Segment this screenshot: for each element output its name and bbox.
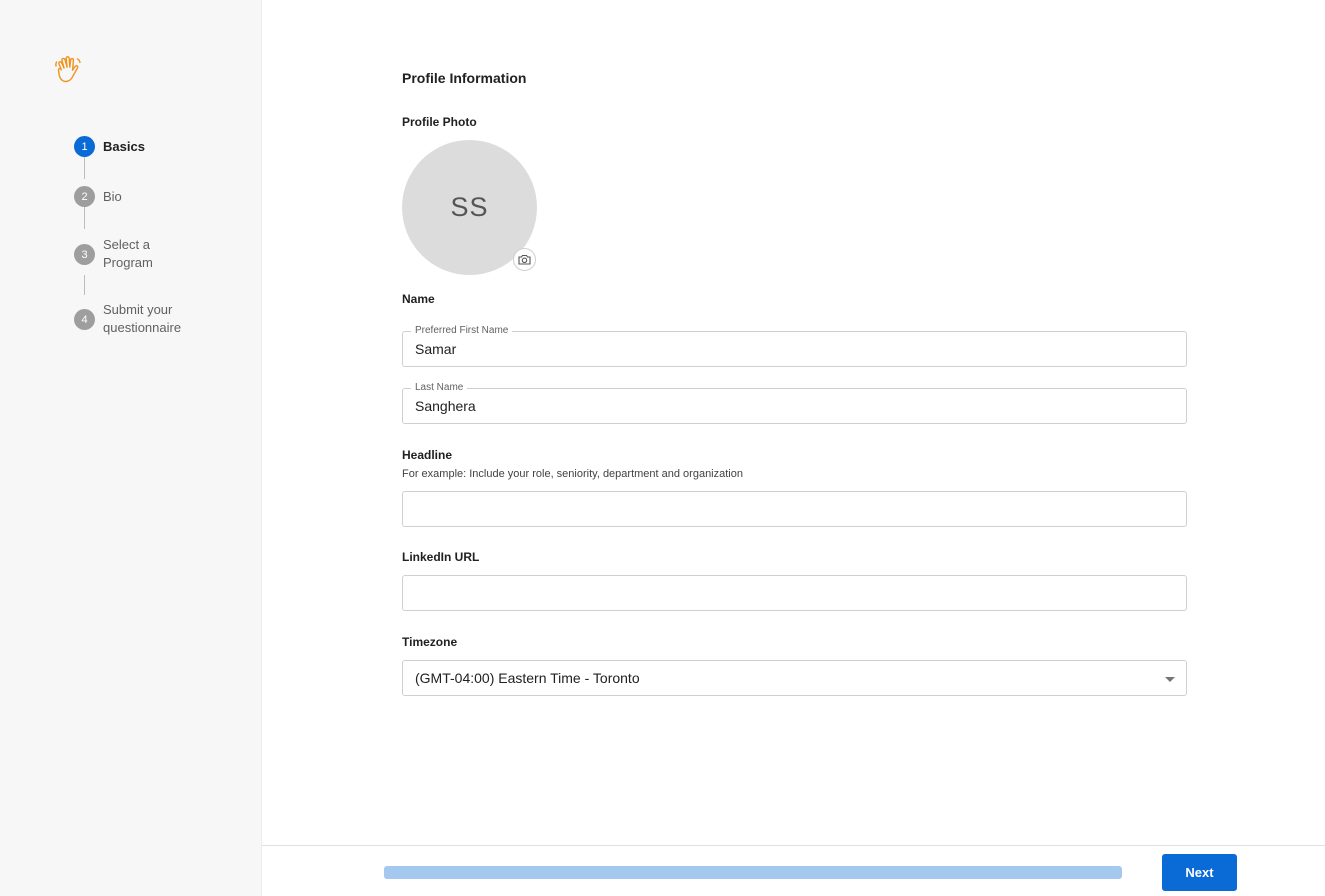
- headline-label: Headline: [402, 448, 453, 462]
- headline-hint: For example: Include your role, seniorit…: [402, 468, 743, 480]
- last-name-field[interactable]: Last Name: [402, 381, 1187, 424]
- step-connector: [84, 275, 85, 295]
- step-number: 2: [74, 186, 95, 207]
- progress-bar: [384, 866, 1122, 879]
- step-basics[interactable]: 1 Basics: [74, 136, 193, 157]
- page-title: Profile Information: [402, 70, 527, 86]
- step-label: Select a Program: [103, 237, 153, 270]
- first-name-legend: Preferred First Name: [411, 324, 513, 338]
- timezone-label: Timezone: [402, 635, 458, 649]
- step-number: 4: [74, 309, 95, 330]
- step-number: 1: [74, 136, 95, 157]
- linkedin-label: LinkedIn URL: [402, 550, 480, 564]
- step-connector: [84, 207, 85, 229]
- profile-photo-label: Profile Photo: [402, 115, 477, 129]
- step-label: Bio: [103, 189, 122, 204]
- waving-hand-icon[interactable]: [54, 55, 82, 85]
- chevron-down-icon[interactable]: [1165, 677, 1175, 682]
- footer-bar: Next: [262, 845, 1325, 896]
- sidebar: 1 Basics 2 Bio 3 Select a Program 4 Subm…: [0, 0, 262, 896]
- linkedin-field[interactable]: [402, 575, 1187, 611]
- first-name-field[interactable]: Preferred First Name: [402, 324, 1187, 367]
- step-number: 3: [74, 244, 95, 265]
- camera-icon[interactable]: [513, 248, 536, 271]
- last-name-legend: Last Name: [411, 381, 468, 395]
- progress-bar-fill: [384, 866, 1122, 879]
- step-bio[interactable]: 2 Bio: [74, 186, 193, 207]
- next-button[interactable]: Next: [1162, 854, 1237, 891]
- headline-input[interactable]: [415, 501, 1165, 517]
- step-label: Basics: [103, 139, 145, 154]
- step-connector: [84, 157, 85, 179]
- name-label: Name: [402, 292, 435, 306]
- timezone-select[interactable]: (GMT-04:00) Eastern Time - Toronto: [402, 660, 1187, 696]
- step-submit-questionnaire[interactable]: 4 Submit your questionnaire: [74, 301, 193, 337]
- step-label: Submit your questionnaire: [103, 302, 182, 335]
- last-name-input[interactable]: [415, 398, 1165, 414]
- headline-field[interactable]: [402, 491, 1187, 527]
- timezone-selected-value: (GMT-04:00) Eastern Time - Toronto: [415, 670, 640, 686]
- step-select-program[interactable]: 3 Select a Program: [74, 236, 193, 272]
- first-name-input[interactable]: [415, 341, 1165, 357]
- linkedin-input[interactable]: [415, 585, 1165, 601]
